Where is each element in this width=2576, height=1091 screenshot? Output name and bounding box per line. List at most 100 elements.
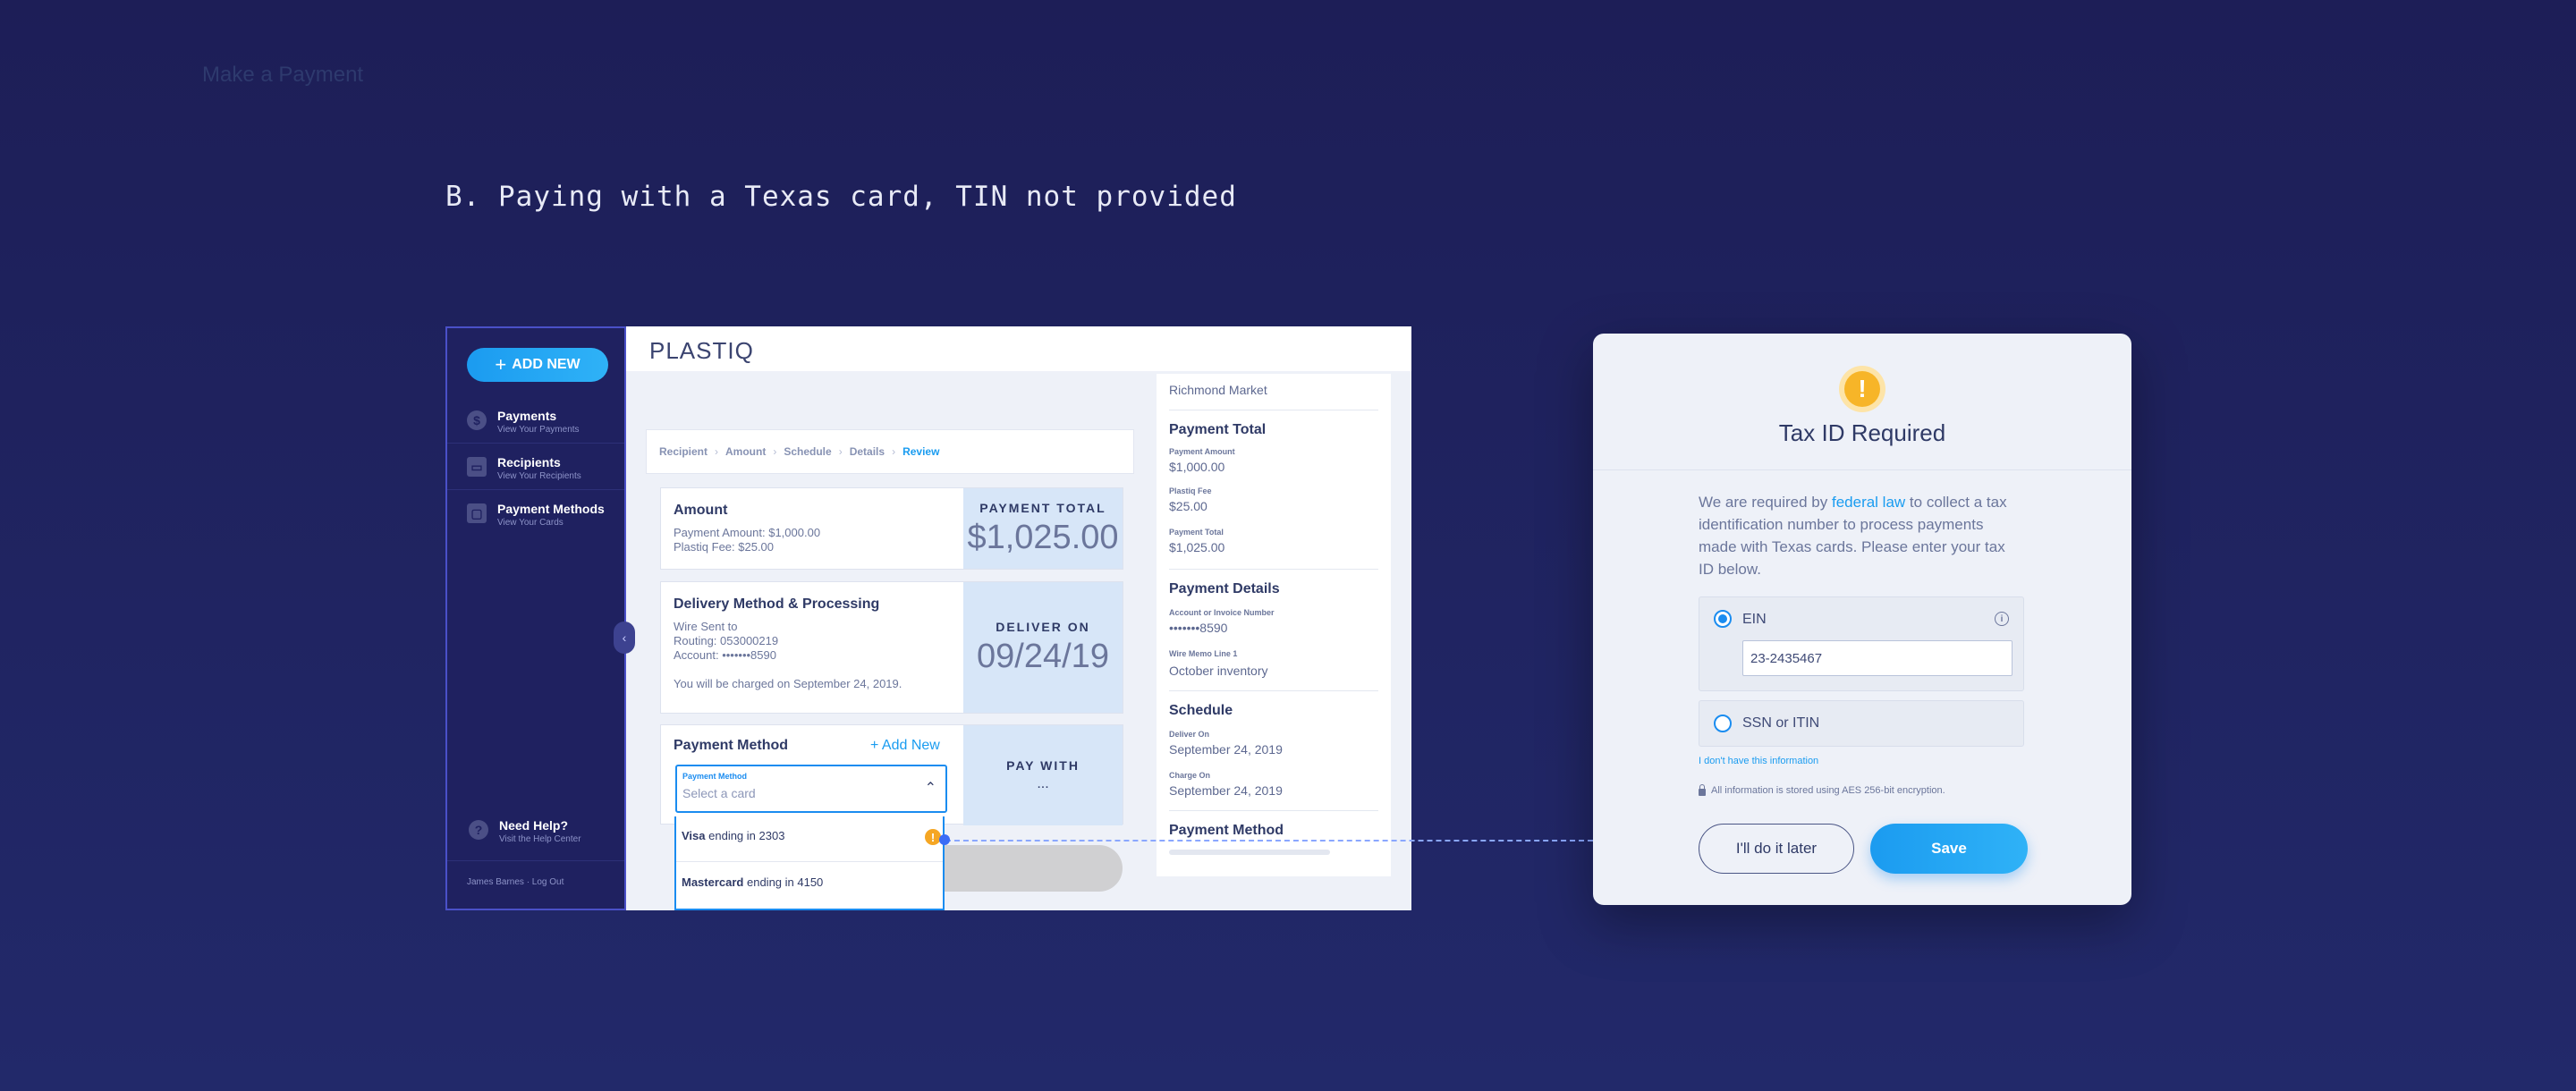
charge-on-label: Charge On bbox=[1169, 771, 1211, 780]
deliver-on-value: 09/24/19 bbox=[977, 637, 1109, 675]
fee-label: Plastiq Fee bbox=[1169, 486, 1212, 495]
add-new-button[interactable]: + ADD NEW bbox=[467, 348, 608, 382]
chevron-up-icon: ⌃ bbox=[924, 781, 936, 796]
divider bbox=[1169, 690, 1378, 691]
account-number-value: •••••••8590 bbox=[1169, 621, 1228, 635]
payment-details-heading: Payment Details bbox=[1169, 581, 1280, 596]
payment-method-heading: Payment Method bbox=[1169, 823, 1284, 838]
ein-input[interactable] bbox=[1742, 640, 2012, 676]
amount-card: Amount Payment Amount: $1,000.00 Plastiq… bbox=[660, 487, 1123, 570]
account-number-label: Account or Invoice Number bbox=[1169, 608, 1275, 617]
tax-id-modal: ! Tax ID Required We are required by fed… bbox=[1593, 334, 2131, 905]
add-new-label: ADD NEW bbox=[512, 357, 580, 372]
breadcrumb: Recipient › Amount › Schedule › Details … bbox=[646, 429, 1134, 474]
divider bbox=[447, 860, 624, 861]
breadcrumb-amount[interactable]: Amount bbox=[725, 445, 766, 458]
sidebar-item-title: Payments bbox=[497, 409, 557, 423]
chevron-right-icon: › bbox=[892, 445, 896, 458]
user-logout-line[interactable]: James Barnes · Log Out bbox=[467, 877, 564, 887]
no-tax-id-link[interactable]: I don't have this information bbox=[1699, 756, 1818, 766]
total-label: Payment Total bbox=[1169, 528, 1224, 537]
annotation-connector-line bbox=[945, 840, 1593, 842]
sidebar: + ADD NEW $ Payments View Your Payments … bbox=[445, 326, 626, 910]
divider bbox=[447, 489, 624, 490]
sidebar-item-recipients[interactable]: ▭ Recipients View Your Recipients bbox=[467, 455, 581, 481]
card-option-visa[interactable]: Visa ending in 2303 bbox=[682, 829, 784, 842]
sidebar-item-payments[interactable]: $ Payments View Your Payments bbox=[467, 409, 580, 435]
contact-card-icon: ▭ bbox=[467, 457, 487, 477]
pay-with-panel: PAY WITH ... bbox=[963, 725, 1123, 825]
ssn-option[interactable]: SSN or ITIN bbox=[1699, 700, 2024, 747]
routing-line: Routing: 053000219 bbox=[674, 634, 779, 647]
delivery-card: Delivery Method & Processing Wire Sent t… bbox=[660, 581, 1123, 714]
payment-method-placeholder: Select a card bbox=[682, 786, 756, 800]
federal-law-link[interactable]: federal law bbox=[1832, 494, 1905, 511]
ein-radio[interactable] bbox=[1714, 610, 1732, 628]
add-new-card-link[interactable]: + Add New bbox=[870, 738, 940, 754]
payment-total-value: $1,025.00 bbox=[967, 518, 1119, 556]
memo-value: October inventory bbox=[1169, 664, 1268, 678]
payment-total-label: PAYMENT TOTAL bbox=[979, 500, 1106, 515]
account-line: Account: •••••••8590 bbox=[674, 648, 776, 662]
delivery-title: Delivery Method & Processing bbox=[674, 596, 880, 612]
chevron-right-icon: › bbox=[773, 445, 777, 458]
charge-on-value: September 24, 2019 bbox=[1169, 783, 1283, 798]
body-text-pre: We are required by bbox=[1699, 494, 1832, 511]
save-button[interactable]: Save bbox=[1870, 824, 2028, 874]
payment-method-card: Payment Method + Add New Payment Method … bbox=[660, 724, 1123, 825]
collapse-sidebar-button[interactable]: ‹ bbox=[614, 622, 635, 654]
total-value: $1,025.00 bbox=[1169, 540, 1225, 554]
payment-method-title: Payment Method bbox=[674, 738, 789, 753]
wallet-icon: ▢ bbox=[467, 503, 487, 523]
payment-summary-panel: Richmond Market Payment Total Payment Am… bbox=[1157, 374, 1391, 876]
page-title: Make a Payment bbox=[202, 63, 364, 87]
charge-note: You will be charged on September 24, 201… bbox=[674, 677, 902, 690]
modal-title: Tax ID Required bbox=[1778, 419, 1946, 446]
chevron-right-icon: › bbox=[715, 445, 719, 458]
lock-icon bbox=[1699, 783, 1706, 796]
info-icon[interactable]: i bbox=[1995, 612, 2009, 626]
sidebar-item-subtitle: View Your Payments bbox=[497, 425, 580, 435]
breadcrumb-details[interactable]: Details bbox=[850, 445, 885, 458]
help-title: Need Help? bbox=[499, 818, 569, 833]
sidebar-item-title: Payment Methods bbox=[497, 502, 605, 516]
ssn-radio[interactable] bbox=[1714, 715, 1732, 732]
plus-icon: + bbox=[495, 353, 507, 376]
divider bbox=[1169, 569, 1378, 570]
breadcrumb-review[interactable]: Review bbox=[902, 445, 939, 458]
payment-total-heading: Payment Total bbox=[1169, 422, 1267, 437]
screen-caption: B. Paying with a Texas card, TIN not pro… bbox=[445, 181, 1237, 213]
payment-amount-label: Payment Amount bbox=[1169, 447, 1235, 456]
payment-method-field-label: Payment Method bbox=[682, 772, 748, 781]
encryption-text: All information is stored using AES 256-… bbox=[1711, 785, 1945, 796]
plastiq-logo: PLASTIQ bbox=[649, 337, 754, 364]
annotation-connector-dot bbox=[939, 834, 950, 845]
placeholder-bar bbox=[1169, 850, 1330, 855]
sidebar-item-title: Recipients bbox=[497, 455, 561, 469]
deliver-on-label: DELIVER ON bbox=[996, 619, 1090, 634]
top-bar: PLASTIQ bbox=[626, 326, 1411, 371]
help-link[interactable]: ? Need Help? Visit the Help Center bbox=[469, 818, 581, 844]
divider bbox=[447, 443, 624, 444]
card-option-mastercard[interactable]: Mastercard ending in 4150 bbox=[682, 875, 823, 889]
ein-option[interactable]: EIN i bbox=[1699, 596, 2024, 691]
warning-icon: ! bbox=[925, 829, 941, 845]
ein-label: EIN bbox=[1742, 612, 1767, 627]
sidebar-item-payment-methods[interactable]: ▢ Payment Methods View Your Cards bbox=[467, 502, 605, 528]
card-brand: Mastercard bbox=[682, 875, 744, 889]
payment-amount-line: Payment Amount: $1,000.00 bbox=[674, 526, 821, 539]
ssn-label: SSN or ITIN bbox=[1742, 715, 1820, 731]
card-ending: ending in 2303 bbox=[705, 829, 785, 842]
question-icon: ? bbox=[469, 820, 488, 840]
encryption-note: All information is stored using AES 256-… bbox=[1699, 783, 1945, 796]
payment-method-select[interactable]: Payment Method Select a card ⌃ bbox=[675, 765, 947, 813]
recipient-name: Richmond Market bbox=[1169, 383, 1267, 397]
card-ending: ending in 4150 bbox=[743, 875, 824, 889]
chevron-right-icon: › bbox=[838, 445, 843, 458]
breadcrumb-recipient[interactable]: Recipient bbox=[659, 445, 708, 458]
warning-icon: ! bbox=[1839, 366, 1885, 412]
card-dropdown: Visa ending in 2303 ! Mastercard ending … bbox=[674, 816, 945, 910]
do-it-later-button[interactable]: I'll do it later bbox=[1699, 824, 1854, 874]
plastiq-fee-line: Plastiq Fee: $25.00 bbox=[674, 540, 775, 554]
breadcrumb-schedule[interactable]: Schedule bbox=[784, 445, 831, 458]
